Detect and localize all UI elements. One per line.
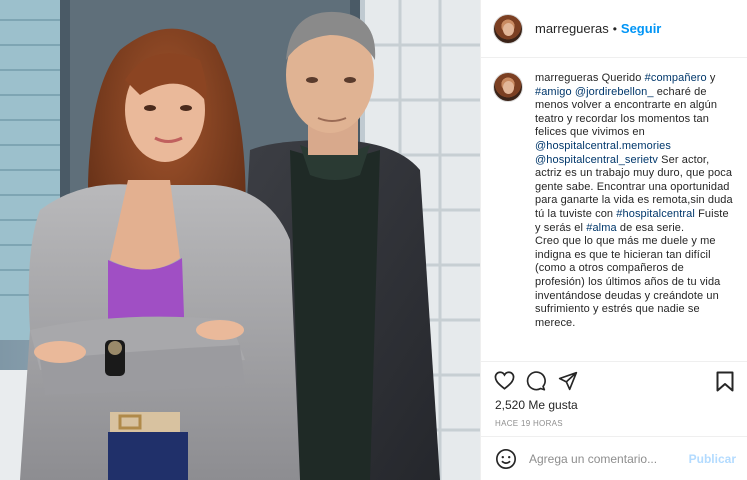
post-timestamp[interactable]: HACE 19 HORAS (495, 419, 563, 428)
post-sidebar: marregueras • Seguir marregueras Querido… (480, 0, 747, 480)
caption-mention-link[interactable]: @hospitalcentral_serietv (535, 154, 658, 166)
caption-hashtag-link[interactable]: #compañero (645, 72, 707, 84)
caption-section: marregueras Querido #compañero y #amigo … (481, 58, 747, 360)
caption-hashtag-link[interactable]: #hospitalcentral (616, 208, 695, 220)
caption-hashtag-link[interactable]: #amigo (535, 86, 572, 98)
caption-mention-link[interactable]: @hospitalcentral.memories (535, 140, 671, 152)
caption-author-avatar[interactable] (493, 72, 523, 102)
separator-dot: • (612, 21, 617, 36)
comment-bar: Publicar (481, 436, 747, 480)
comment-input[interactable] (529, 451, 689, 466)
likes-count[interactable]: 2,520 Me gusta (495, 398, 578, 412)
caption-text-segment: Querido (598, 72, 645, 84)
paper-plane-icon[interactable] (557, 370, 579, 392)
bookmark-icon[interactable] (716, 371, 736, 393)
caption-body: Querido #compañero y #amigo @jordirebell… (535, 72, 733, 329)
caption-hashtag-link[interactable]: #alma (586, 222, 616, 234)
post-header: marregueras • Seguir (481, 0, 747, 58)
caption-text-segment: Creo que lo que más me duele y me indign… (535, 235, 721, 329)
caption-text-segment: y (706, 72, 716, 84)
caption-text: marregueras Querido #compañero y #amigo … (535, 72, 736, 330)
caption-username[interactable]: marregueras (535, 72, 598, 84)
follow-button[interactable]: Seguir (621, 21, 661, 36)
comment-icon[interactable] (525, 370, 547, 392)
post-photo[interactable] (0, 0, 480, 480)
caption-row: marregueras Querido #compañero y #amigo … (493, 72, 736, 330)
author-avatar[interactable] (493, 13, 523, 44)
publish-button[interactable]: Publicar (689, 452, 736, 466)
smiley-icon[interactable] (495, 448, 517, 470)
caption-text-segment: de esa serie. (616, 221, 685, 234)
post-image (0, 0, 480, 480)
heart-icon[interactable] (493, 370, 515, 392)
author-username[interactable]: marregueras (535, 21, 609, 36)
caption-mention-link[interactable]: @jordirebellon_ (575, 86, 654, 98)
action-bar (481, 361, 747, 399)
